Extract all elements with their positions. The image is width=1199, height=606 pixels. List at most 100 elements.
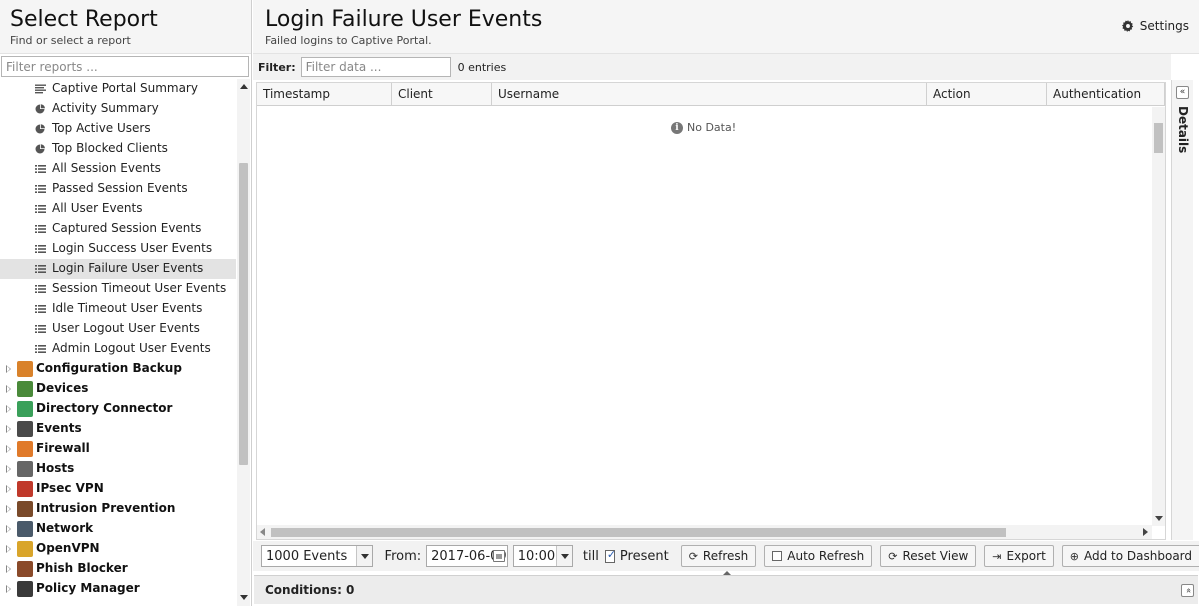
tree-group-item[interactable]: Network bbox=[0, 519, 236, 539]
report-tree-scrollbar[interactable] bbox=[237, 79, 250, 606]
tree-item-report[interactable]: Login Success User Events bbox=[0, 239, 236, 259]
expand-arrow-icon[interactable] bbox=[6, 585, 11, 593]
events-limit-select[interactable]: 1000 Events bbox=[261, 545, 373, 567]
auto-refresh-label: Auto Refresh bbox=[787, 549, 865, 563]
tree-item-report[interactable]: All Session Events bbox=[0, 159, 236, 179]
tree-group-label: OpenVPN bbox=[36, 541, 100, 555]
tree-item-label: Login Failure User Events bbox=[52, 261, 204, 275]
column-header-client[interactable]: Client bbox=[392, 83, 492, 106]
present-checkbox[interactable] bbox=[604, 548, 616, 563]
add-to-dashboard-button[interactable]: ⊕ Add to Dashboard bbox=[1061, 545, 1199, 567]
present-label: Present bbox=[619, 548, 669, 564]
tree-item-report[interactable]: Session Timeout User Events bbox=[0, 279, 236, 299]
scroll-down-arrow-icon[interactable] bbox=[1155, 516, 1163, 521]
intrusion-prevention-icon bbox=[17, 501, 33, 517]
column-header-action[interactable]: Action bbox=[927, 83, 1047, 106]
tree-group-item[interactable]: Devices bbox=[0, 379, 236, 399]
reset-view-button[interactable]: ⟳ Reset View bbox=[880, 545, 977, 567]
devices-icon bbox=[17, 381, 33, 397]
directory-connector-icon bbox=[17, 401, 33, 417]
grid-header: Timestamp Client Username Action Authent… bbox=[257, 83, 1165, 106]
tree-group-item[interactable]: IPsec VPN bbox=[0, 479, 236, 499]
report-description: Failed logins to Captive Portal. bbox=[265, 34, 432, 47]
tree-group-item[interactable]: OpenVPN bbox=[0, 539, 236, 559]
tree-item-report[interactable]: Idle Timeout User Events bbox=[0, 299, 236, 319]
tree-group-item[interactable]: Intrusion Prevention bbox=[0, 499, 236, 519]
from-label: From: bbox=[384, 548, 422, 564]
tree-group-item[interactable]: Firewall bbox=[0, 439, 236, 459]
tree-item-label: User Logout User Events bbox=[52, 321, 200, 335]
tree-item-report[interactable]: Activity Summary bbox=[0, 99, 236, 119]
expand-arrow-icon[interactable] bbox=[6, 505, 11, 513]
scroll-right-arrow-icon[interactable] bbox=[1143, 528, 1148, 536]
expand-arrow-icon[interactable] bbox=[6, 525, 11, 533]
list-icon bbox=[35, 165, 46, 173]
tree-group-item[interactable]: Hosts bbox=[0, 459, 236, 479]
tree-group-item[interactable]: Phish Blocker bbox=[0, 559, 236, 579]
report-filter-container bbox=[0, 54, 251, 79]
grid-vertical-scroll-thumb[interactable] bbox=[1154, 123, 1163, 153]
scroll-up-arrow-icon[interactable] bbox=[240, 84, 248, 89]
settings-button[interactable]: Settings bbox=[1121, 19, 1189, 33]
scroll-down-arrow-icon[interactable] bbox=[240, 595, 248, 600]
conditions-bar[interactable]: Conditions: 0 « bbox=[254, 575, 1198, 604]
expand-arrow-icon[interactable] bbox=[6, 485, 11, 493]
tree-item-report[interactable]: All User Events bbox=[0, 199, 236, 219]
expand-arrow-icon[interactable] bbox=[6, 565, 11, 573]
tree-group-label: IPsec VPN bbox=[36, 481, 104, 495]
list-icon bbox=[35, 325, 46, 333]
tree-item-report[interactable]: Top Blocked Clients bbox=[0, 139, 236, 159]
details-panel[interactable]: « Details bbox=[1171, 80, 1193, 540]
tree-item-report[interactable]: Login Failure User Events bbox=[0, 259, 236, 279]
tree-group-item[interactable]: Events bbox=[0, 419, 236, 439]
data-filter-input[interactable] bbox=[300, 57, 451, 77]
tree-item-report[interactable]: Admin Logout User Events bbox=[0, 339, 236, 359]
report-selector-subtitle: Find or select a report bbox=[10, 34, 131, 47]
expand-arrow-icon[interactable] bbox=[6, 465, 11, 473]
tree-group-item[interactable]: Directory Connector bbox=[0, 399, 236, 419]
firewall-icon bbox=[17, 441, 33, 457]
expand-arrow-icon[interactable] bbox=[6, 545, 11, 553]
pie-chart-icon bbox=[35, 124, 45, 134]
tree-item-report[interactable]: User Logout User Events bbox=[0, 319, 236, 339]
events-icon bbox=[17, 421, 33, 437]
from-time-select[interactable]: 10:00 PM bbox=[512, 545, 573, 567]
grid-horizontal-scroll-thumb[interactable] bbox=[271, 528, 1006, 537]
conditions-label: Conditions: 0 bbox=[265, 583, 355, 597]
expand-arrow-icon[interactable] bbox=[6, 445, 11, 453]
scroll-left-arrow-icon[interactable] bbox=[260, 528, 265, 536]
calendar-icon[interactable] bbox=[492, 550, 505, 562]
tree-group-item[interactable]: Configuration Backup bbox=[0, 359, 236, 379]
expand-arrow-icon[interactable] bbox=[6, 425, 11, 433]
events-grid: Timestamp Client Username Action Authent… bbox=[256, 82, 1166, 540]
column-header-username[interactable]: Username bbox=[492, 83, 927, 106]
list-icon bbox=[35, 205, 46, 213]
report-tree-scroll-thumb[interactable] bbox=[239, 163, 248, 465]
tree-item-report[interactable]: Captured Session Events bbox=[0, 219, 236, 239]
column-header-timestamp[interactable]: Timestamp bbox=[257, 83, 392, 106]
grid-horizontal-scrollbar[interactable] bbox=[257, 525, 1152, 539]
tree-item-report[interactable]: Top Active Users bbox=[0, 119, 236, 139]
conditions-expand-button[interactable]: « bbox=[1181, 584, 1194, 597]
refresh-button[interactable]: ⟳ Refresh bbox=[680, 545, 757, 567]
expand-arrow-icon[interactable] bbox=[6, 405, 11, 413]
expand-arrow-icon[interactable] bbox=[6, 365, 11, 373]
details-expand-button[interactable]: « bbox=[1176, 86, 1189, 99]
chevron-down-icon[interactable] bbox=[355, 546, 372, 566]
column-header-authentication[interactable]: Authentication bbox=[1047, 83, 1165, 106]
grid-vertical-scrollbar[interactable] bbox=[1152, 107, 1165, 526]
tree-group-item[interactable]: Policy Manager bbox=[0, 579, 236, 599]
from-date-field[interactable]: 2017-06-09 bbox=[426, 545, 508, 567]
tree-item-report[interactable]: Passed Session Events bbox=[0, 179, 236, 199]
tree-item-report[interactable]: Captive Portal Summary bbox=[0, 79, 236, 99]
expand-arrow-icon[interactable] bbox=[6, 385, 11, 393]
tree-group-label: Configuration Backup bbox=[36, 361, 182, 375]
reset-view-label: Reset View bbox=[902, 549, 969, 563]
export-button[interactable]: ⇥ Export bbox=[984, 545, 1054, 567]
chevron-down-icon[interactable] bbox=[555, 546, 572, 566]
ipsec-vpn-icon bbox=[17, 481, 33, 497]
auto-refresh-button[interactable]: Auto Refresh bbox=[764, 545, 873, 567]
till-label: till bbox=[582, 548, 599, 564]
text-report-icon bbox=[35, 84, 46, 94]
report-filter-input[interactable] bbox=[1, 56, 249, 77]
